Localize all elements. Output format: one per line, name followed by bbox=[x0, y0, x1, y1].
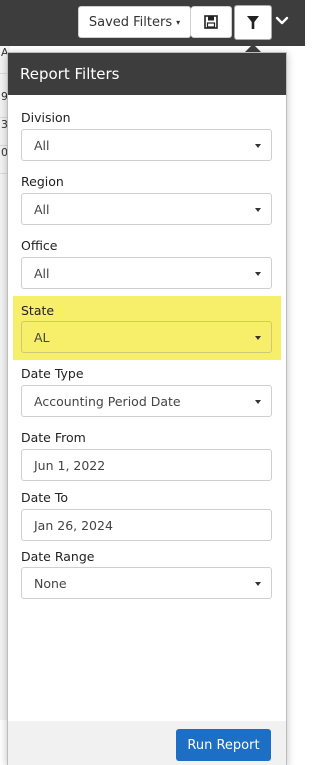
panel-pointer bbox=[245, 44, 261, 52]
run-report-button[interactable]: Run Report bbox=[176, 729, 271, 761]
caret-down-icon bbox=[255, 208, 261, 212]
panel-title: Report Filters bbox=[8, 53, 286, 95]
date-type-label: Date Type bbox=[21, 366, 84, 381]
caret-down-icon bbox=[255, 582, 261, 586]
division-label: Division bbox=[21, 110, 71, 125]
chevron-down-icon[interactable] bbox=[275, 14, 289, 28]
date-from-value: Jun 1, 2022 bbox=[34, 457, 106, 473]
state-value: AL bbox=[34, 329, 50, 345]
saved-filters-label: Saved Filters bbox=[88, 14, 173, 30]
state-select[interactable]: AL bbox=[21, 321, 272, 353]
date-range-value: None bbox=[34, 575, 67, 591]
date-from-input[interactable]: Jun 1, 2022 bbox=[21, 449, 272, 481]
date-type-value: Accounting Period Date bbox=[34, 393, 181, 409]
report-filters-panel: Report Filters Division All Region All O… bbox=[7, 52, 287, 765]
save-button[interactable] bbox=[191, 6, 232, 38]
office-label: Office bbox=[21, 238, 58, 253]
division-value: All bbox=[34, 137, 50, 153]
region-label: Region bbox=[21, 174, 64, 189]
saved-filters-button[interactable]: Saved Filters ▾ bbox=[78, 6, 191, 38]
caret-down-icon bbox=[255, 144, 261, 148]
date-to-input[interactable]: Jan 26, 2024 bbox=[21, 509, 272, 541]
date-to-label: Date To bbox=[21, 490, 69, 505]
state-label: State bbox=[21, 303, 55, 318]
caret-down-icon bbox=[255, 400, 261, 404]
office-value: All bbox=[34, 265, 50, 281]
region-select[interactable]: All bbox=[21, 193, 272, 225]
date-from-label: Date From bbox=[21, 430, 86, 445]
filter-button[interactable] bbox=[234, 5, 272, 40]
region-value: All bbox=[34, 201, 50, 217]
date-range-label: Date Range bbox=[21, 549, 95, 564]
save-icon bbox=[204, 15, 218, 29]
division-select[interactable]: All bbox=[21, 129, 272, 161]
saved-filters-caret: ▾ bbox=[176, 17, 181, 27]
filter-icon bbox=[247, 15, 259, 29]
caret-down-icon bbox=[255, 272, 261, 276]
date-type-select[interactable]: Accounting Period Date bbox=[21, 385, 272, 417]
caret-down-icon bbox=[255, 336, 261, 340]
date-range-select[interactable]: None bbox=[21, 567, 272, 599]
date-to-value: Jan 26, 2024 bbox=[34, 517, 113, 533]
office-select[interactable]: All bbox=[21, 257, 272, 289]
